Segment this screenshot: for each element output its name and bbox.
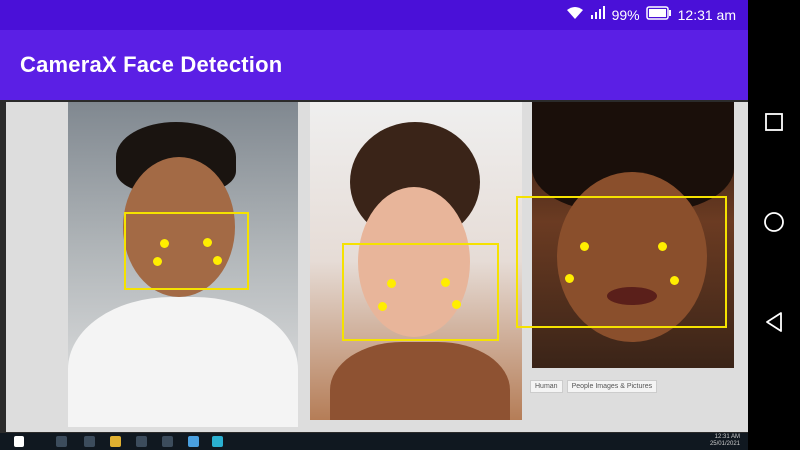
edge-icon (212, 436, 223, 447)
tag-chip: People Images & Pictures (566, 380, 658, 393)
status-bar: 99% 12:31 am (0, 0, 748, 30)
face-landmark-dot (658, 242, 667, 251)
clock: 12:31 am (677, 6, 736, 23)
face-landmark-dot (160, 239, 169, 248)
back-button[interactable] (762, 311, 786, 338)
face-detection-box (124, 212, 249, 290)
recents-button[interactable] (762, 112, 786, 136)
browser-icon (188, 436, 199, 447)
triangle-back-icon (764, 311, 784, 338)
captured-taskbar: 12:31 AM 25/01/2021 (0, 433, 748, 450)
image-tags: Human People Images & Pictures (530, 380, 658, 393)
phone-screen: 99% 12:31 am CameraX Face Detection Huma… (0, 0, 748, 450)
battery-percent: 99% (611, 6, 640, 23)
face-detection-box (342, 243, 499, 341)
windows-start-icon (14, 436, 24, 447)
folder-icon (110, 436, 121, 447)
square-recents-icon (764, 112, 784, 137)
face-landmark-dot (153, 257, 162, 266)
task-view-icon (84, 436, 95, 447)
signal-icon (590, 6, 606, 23)
face-landmark-dot (387, 279, 396, 288)
face-landmark-dot (441, 278, 450, 287)
camera-preview[interactable]: Human People Images & Pictures 12:31 AM … (0, 100, 748, 450)
tag-chip: Human (530, 380, 563, 393)
app-icon (136, 436, 147, 447)
search-icon (56, 436, 67, 447)
face-landmark-dot (203, 238, 212, 247)
app-bar: CameraX Face Detection (0, 30, 748, 100)
taskbar-clock: 12:31 AM 25/01/2021 (709, 434, 740, 447)
face-landmark-dot (452, 300, 461, 309)
home-button[interactable] (762, 211, 786, 238)
face-landmark-dot (670, 276, 679, 285)
app-title: CameraX Face Detection (20, 52, 283, 77)
battery-icon (645, 6, 672, 23)
face-landmark-dot (213, 256, 222, 265)
system-nav-bar (748, 0, 800, 450)
face-landmark-dot (378, 302, 387, 311)
face-detection-box (516, 196, 727, 328)
app-icon (162, 436, 173, 447)
wifi-icon (566, 6, 584, 23)
face-landmark-dot (565, 274, 574, 283)
circle-home-icon (763, 211, 785, 238)
face-landmark-dot (580, 242, 589, 251)
